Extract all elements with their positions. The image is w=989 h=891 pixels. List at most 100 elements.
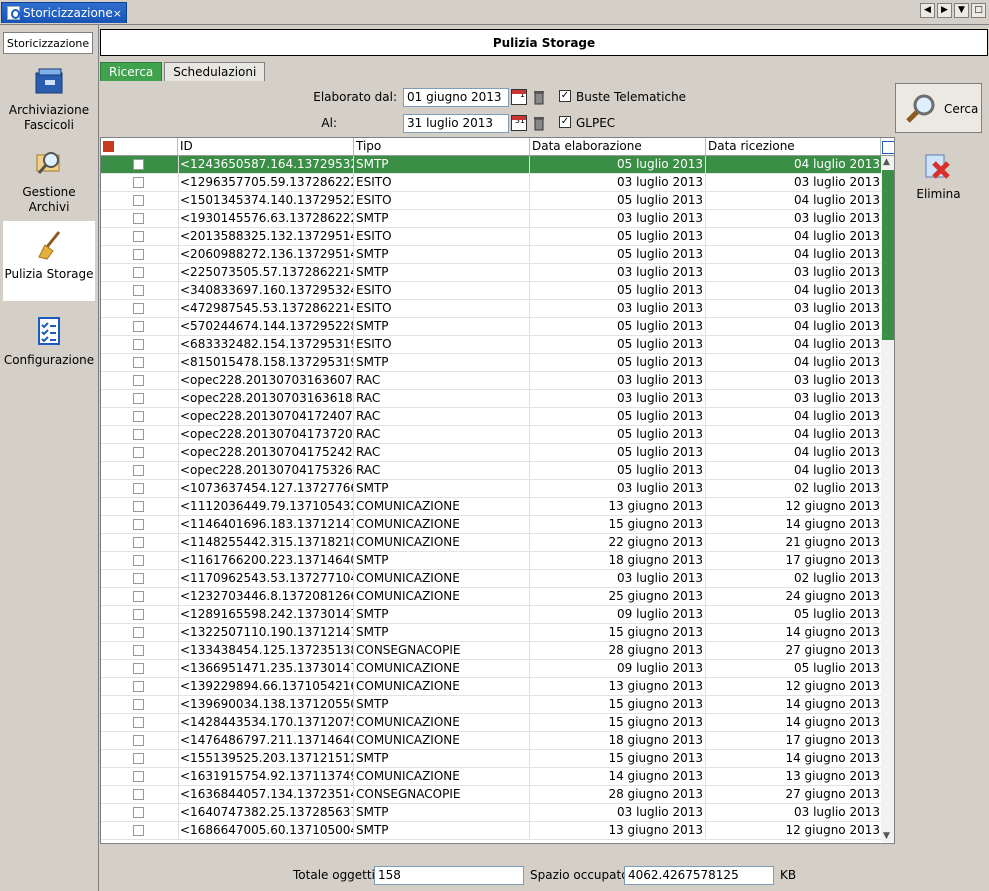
row-checkbox[interactable] [133,375,144,386]
table-row[interactable]: <1636844057.134.13723514... CONSEGNACOPIE… [101,786,881,804]
row-checkbox-cell[interactable] [101,192,179,209]
row-checkbox-cell[interactable] [101,300,179,317]
scroll-left-icon[interactable]: ◀ [920,3,935,18]
table-row[interactable]: <1322507110.190.13712147... SMTP 15 giugno… [101,624,881,642]
row-checkbox[interactable] [133,465,144,476]
table-row[interactable]: <1686647005.60.137105004... SMTP 13 giugno… [101,822,881,840]
row-checkbox-cell[interactable] [101,786,179,803]
table-row[interactable]: <opec228.20130703163607.... RAC 03 luglio … [101,372,881,390]
row-checkbox-cell[interactable] [101,318,179,335]
row-checkbox-cell[interactable] [101,498,179,515]
delete-button[interactable]: Elimina [895,147,982,207]
row-checkbox[interactable] [133,717,144,728]
vertical-scrollbar[interactable]: ▲ ▼ [881,156,894,842]
column-header-id[interactable]: ID [178,138,354,155]
row-checkbox-cell[interactable] [101,480,179,497]
row-checkbox[interactable] [133,447,144,458]
row-checkbox-cell[interactable] [101,642,179,659]
row-checkbox-cell[interactable] [101,606,179,623]
table-row[interactable]: <1631915754.92.137113749... COMUNICAZIONE… [101,768,881,786]
table-row[interactable]: <2013588325.132.13729514... ESITO 05 lugli… [101,228,881,246]
row-checkbox[interactable] [133,357,144,368]
row-checkbox-cell[interactable] [101,516,179,533]
row-checkbox-cell[interactable] [101,174,179,191]
row-checkbox[interactable] [133,537,144,548]
column-chooser-icon[interactable] [881,138,894,155]
from-date-field[interactable]: 01 giugno 2013 [403,88,509,107]
row-checkbox-cell[interactable] [101,156,179,173]
row-checkbox[interactable] [133,825,144,836]
row-checkbox[interactable] [133,213,144,224]
table-row[interactable]: <opec228.20130703163618.... RAC 03 luglio … [101,390,881,408]
trash-icon[interactable] [533,115,545,131]
row-checkbox-cell[interactable] [101,228,179,245]
table-row[interactable]: <155139525.203.137121512... SMTP 15 giugno… [101,750,881,768]
table-row[interactable]: <1289165598.242.13730147... SMTP 09 luglio… [101,606,881,624]
tab-schedulazioni[interactable]: Schedulazioni [164,62,266,81]
table-row[interactable]: <1146401696.183.13712147... COMUNICAZIONE… [101,516,881,534]
scroll-right-icon[interactable]: ▶ [937,3,952,18]
row-checkbox-cell[interactable] [101,444,179,461]
trash-icon[interactable] [533,89,545,105]
row-checkbox-cell[interactable] [101,624,179,641]
row-checkbox-cell[interactable] [101,390,179,407]
row-checkbox-cell[interactable] [101,660,179,677]
table-row[interactable]: <1161766200.223.13714640... SMTP 18 giugno… [101,552,881,570]
row-checkbox-cell[interactable] [101,768,179,785]
row-checkbox[interactable] [133,663,144,674]
search-button[interactable]: Cerca [895,83,982,133]
table-row[interactable]: <1148255442.315.13718218... COMUNICAZIONE… [101,534,881,552]
table-row[interactable]: <139690034.138.137120550... SMTP 15 giugno… [101,696,881,714]
row-checkbox[interactable] [133,735,144,746]
row-checkbox-cell[interactable] [101,570,179,587]
row-checkbox[interactable] [133,645,144,656]
row-checkbox-cell[interactable] [101,552,179,569]
row-checkbox-cell[interactable] [101,534,179,551]
row-checkbox[interactable] [133,573,144,584]
glpec-checkbox[interactable]: ✓ [559,116,571,128]
table-row[interactable]: <1296357705.59.137286222... ESITO 03 lugli… [101,174,881,192]
tab-ricerca[interactable]: Ricerca [100,62,163,81]
calendar-icon[interactable]: 1 [511,89,527,105]
table-row[interactable]: <1232703446.8.1372081266... COMUNICAZIONE… [101,588,881,606]
tab-storicizzazione[interactable]: Storicizzazione × [1,2,127,23]
row-checkbox-cell[interactable] [101,264,179,281]
row-checkbox-cell[interactable] [101,354,179,371]
select-all-header[interactable] [101,138,178,155]
row-checkbox[interactable] [133,609,144,620]
sidebar-item-configurazione[interactable]: Configurazione [3,315,95,375]
row-checkbox[interactable] [133,429,144,440]
sidebar-header[interactable]: Storicizzazione [3,32,93,54]
table-row[interactable]: <133438454.125.137235138... CONSEGNACOPIE… [101,642,881,660]
row-checkbox[interactable] [133,231,144,242]
row-checkbox[interactable] [133,519,144,530]
row-checkbox-cell[interactable] [101,408,179,425]
to-date-field[interactable]: 31 luglio 2013 [403,114,509,133]
row-checkbox[interactable] [133,285,144,296]
table-row[interactable]: <opec228.20130704175326.... RAC 05 luglio … [101,462,881,480]
table-row[interactable]: <225073505.57.1372862214... SMTP 03 luglio… [101,264,881,282]
row-checkbox[interactable] [133,555,144,566]
row-checkbox[interactable] [133,789,144,800]
table-row[interactable]: <1112036449.79.137105432... COMUNICAZIONE… [101,498,881,516]
table-row[interactable]: <472987545.53.1372862214... ESITO 03 lugli… [101,300,881,318]
row-checkbox-cell[interactable] [101,246,179,263]
table-row[interactable]: <1366951471.235.13730147... COMUNICAZIONE… [101,660,881,678]
row-checkbox-cell[interactable] [101,732,179,749]
sidebar-item-archiviazione-fascicoli[interactable]: Archiviazione Fascicoli [3,65,95,135]
row-checkbox-cell[interactable] [101,210,179,227]
row-checkbox[interactable] [133,681,144,692]
column-header-data-ricezione[interactable]: Data ricezione [706,138,881,155]
row-checkbox[interactable] [133,177,144,188]
row-checkbox[interactable] [133,159,144,170]
calendar-icon[interactable]: 31 [511,115,527,131]
maximize-icon[interactable]: □ [971,3,986,18]
row-checkbox-cell[interactable] [101,282,179,299]
row-checkbox[interactable] [133,699,144,710]
table-row[interactable]: <opec228.20130704172407.... RAC 05 luglio … [101,408,881,426]
row-checkbox[interactable] [133,483,144,494]
scroll-up-icon[interactable]: ▲ [883,157,890,167]
row-checkbox[interactable] [133,411,144,422]
table-row[interactable]: <1476486797.211.13714640... COMUNICAZIONE… [101,732,881,750]
sidebar-item-pulizia-storage[interactable]: Pulizia Storage [3,221,95,301]
